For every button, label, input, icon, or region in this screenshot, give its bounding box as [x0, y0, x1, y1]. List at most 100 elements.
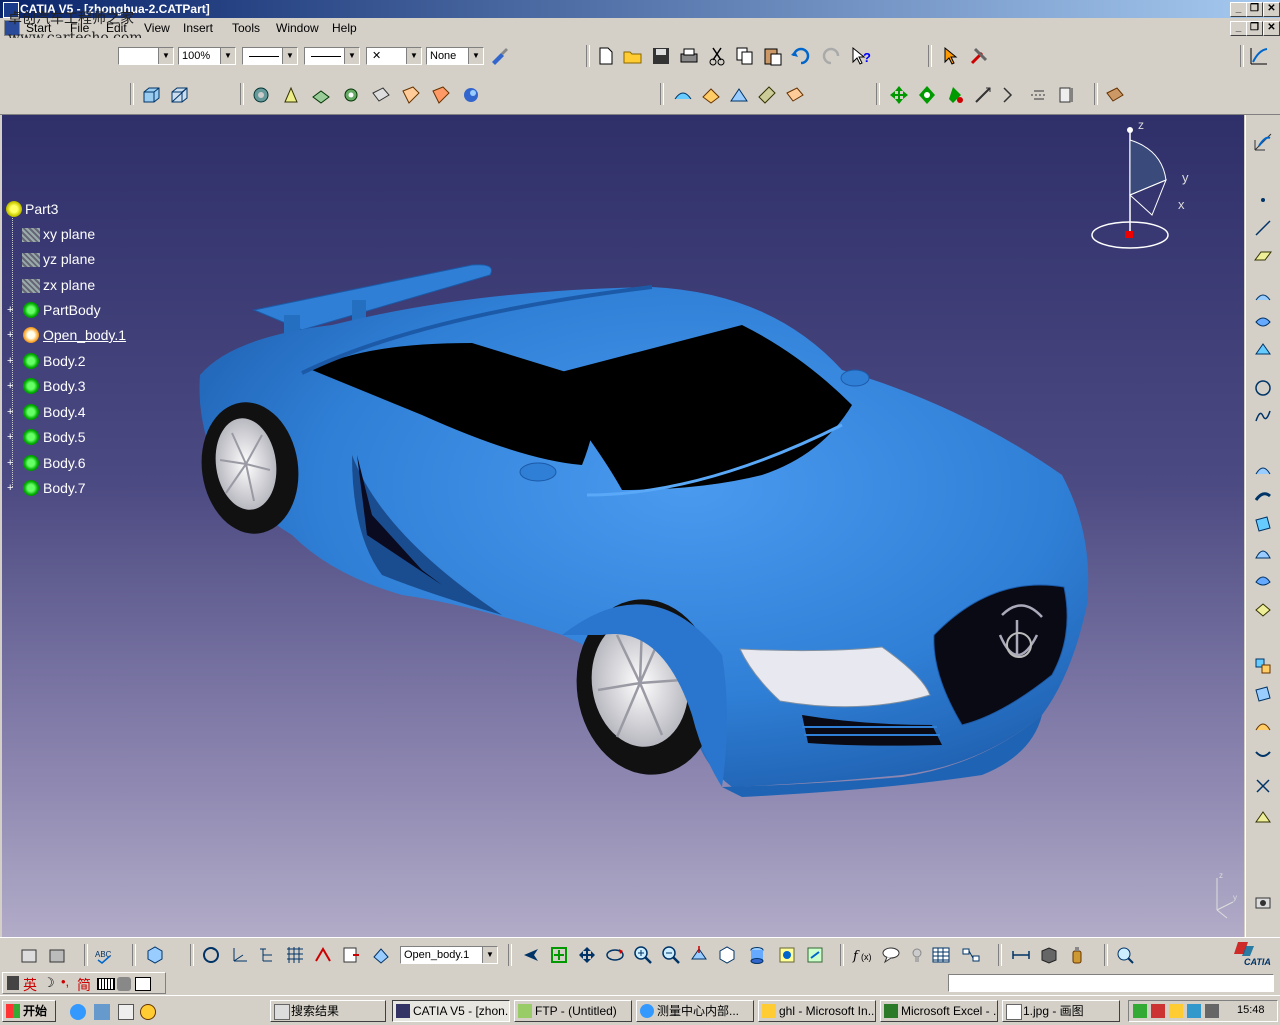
expand-icon[interactable]: +	[7, 356, 16, 367]
plane-tool-icon[interactable]	[1252, 245, 1274, 267]
shell-icon[interactable]	[400, 84, 422, 106]
ime-help-icon[interactable]	[135, 977, 151, 991]
tray-icon-3[interactable]	[1169, 1004, 1183, 1018]
tree-item-body-6[interactable]: Body.6	[43, 455, 86, 471]
ime-keyboard-icon[interactable]	[97, 978, 115, 990]
menu-tools[interactable]: Tools	[232, 21, 260, 35]
zoom-out-icon[interactable]	[660, 944, 682, 966]
menu-help[interactable]: Help	[332, 21, 357, 35]
trim-icon[interactable]	[1252, 775, 1274, 797]
taskbar-button-search[interactable]: 搜索结果	[270, 1000, 386, 1022]
layer-combo[interactable]: None ▼	[426, 47, 484, 65]
measure-icon[interactable]	[972, 84, 994, 106]
open-icon[interactable]	[622, 45, 644, 67]
thread-icon[interactable]	[460, 84, 482, 106]
menu-window[interactable]: Window	[276, 21, 319, 35]
taskbar-button-excel[interactable]: Microsoft Excel - ...	[880, 1000, 998, 1022]
fill-color-combo[interactable]: ▼	[118, 47, 174, 65]
doc-restore-button[interactable]: ❐	[1246, 21, 1263, 36]
revolve-icon[interactable]	[1252, 311, 1274, 333]
copy-icon[interactable]	[734, 45, 756, 67]
redo-icon[interactable]	[820, 45, 842, 67]
design-table-icon[interactable]	[930, 944, 952, 966]
line-icon[interactable]	[1252, 217, 1274, 239]
taskbar-button-catia[interactable]: CATIA V5 - [zhon...	[392, 1000, 510, 1022]
car-model[interactable]	[2, 115, 1244, 937]
media-player-icon[interactable]	[140, 1004, 156, 1020]
point-symbol-combo[interactable]: ✕ ▼	[366, 47, 422, 65]
measure-between-icon[interactable]	[1000, 84, 1022, 106]
tree-item-open-body-1[interactable]: Open_body.1	[43, 327, 126, 343]
graph-icon[interactable]	[960, 944, 982, 966]
undo-icon[interactable]	[790, 45, 812, 67]
ime-tool-icon[interactable]	[117, 977, 131, 991]
hide-icon[interactable]	[776, 944, 798, 966]
3d-viewport[interactable]: z y x z y Part3 xy plane yz plane zx pla…	[2, 115, 1244, 937]
shaft-icon[interactable]	[280, 84, 302, 106]
tree-view-icon[interactable]	[256, 944, 278, 966]
line-weight-combo[interactable]: ▼	[304, 47, 360, 65]
expand-icon[interactable]: +	[7, 305, 16, 316]
analysis-icon[interactable]	[1114, 944, 1136, 966]
tree-item-zx-plane[interactable]: zx plane	[43, 277, 95, 293]
sew-surface-icon[interactable]	[756, 84, 778, 106]
minimize-button[interactable]: _	[1230, 2, 1247, 17]
circle-icon[interactable]	[1252, 377, 1274, 399]
ime-moon-icon[interactable]: ☽	[43, 975, 55, 991]
sphere-icon[interactable]	[1252, 339, 1274, 361]
define-work-object-icon[interactable]	[370, 944, 392, 966]
command-input[interactable]	[948, 974, 1274, 992]
catalog-icon[interactable]	[144, 944, 166, 966]
outlook-icon[interactable]	[94, 1004, 110, 1020]
disassemble-icon[interactable]	[1252, 715, 1274, 737]
rotate-icon[interactable]	[916, 84, 938, 106]
ime-simplified[interactable]: 简	[77, 975, 91, 995]
ie-icon[interactable]	[70, 1004, 86, 1020]
tray-clock[interactable]: 15:48	[1237, 1004, 1265, 1016]
bottle-icon[interactable]	[1066, 944, 1088, 966]
split-surface-icon[interactable]	[1252, 743, 1274, 765]
knowledge-icon[interactable]	[906, 944, 928, 966]
healing-icon[interactable]	[1252, 655, 1274, 677]
scan-icon[interactable]	[340, 944, 362, 966]
expand-icon[interactable]: +	[7, 330, 16, 341]
save-icon[interactable]	[650, 45, 672, 67]
untrim-icon[interactable]	[1252, 683, 1274, 705]
menu-view[interactable]: View	[144, 21, 170, 35]
tray-icon-4[interactable]	[1187, 1004, 1201, 1018]
fill-icon[interactable]	[1252, 513, 1274, 535]
tree-root-part3[interactable]: Part3	[25, 201, 58, 217]
comment-icon[interactable]	[880, 944, 902, 966]
thick-surface-icon[interactable]	[700, 84, 722, 106]
sketch-icon[interactable]	[1252, 131, 1274, 153]
extrude-icon[interactable]	[1252, 283, 1274, 305]
measure-distance-icon[interactable]	[1010, 944, 1032, 966]
boolean-icon[interactable]	[784, 84, 806, 106]
quick-view-icon[interactable]	[716, 944, 738, 966]
snap-icon[interactable]	[944, 84, 966, 106]
fly-mode-icon[interactable]	[18, 944, 40, 966]
tray-icon-1[interactable]	[1133, 1004, 1147, 1018]
doc-close-button[interactable]: ✕	[1263, 21, 1280, 36]
ime-punct-icon[interactable]: •,	[61, 974, 69, 989]
blend-icon[interactable]	[1252, 569, 1274, 591]
normal-view-icon[interactable]	[688, 944, 710, 966]
multi-section-icon[interactable]	[1252, 541, 1274, 563]
fly-icon[interactable]	[520, 944, 542, 966]
close-button[interactable]: ✕	[1263, 2, 1280, 17]
desktop-icon[interactable]	[118, 1004, 134, 1020]
split-icon[interactable]	[672, 84, 694, 106]
tree-item-body-2[interactable]: Body.2	[43, 353, 86, 369]
expand-icon[interactable]: +	[7, 458, 16, 469]
current-body-combo[interactable]: Open_body.1 ▼	[400, 946, 498, 964]
print-icon[interactable]	[678, 45, 700, 67]
thickness-icon[interactable]	[430, 84, 452, 106]
extract-icon[interactable]	[1252, 807, 1274, 829]
tree-item-partbody[interactable]: PartBody	[43, 302, 101, 318]
pan-view-icon[interactable]	[576, 944, 598, 966]
taskbar-button-ghl[interactable]: ghl - Microsoft In...	[758, 1000, 876, 1022]
render-icon[interactable]	[1252, 891, 1274, 913]
whats-this-icon[interactable]: ?	[850, 45, 872, 67]
tree-item-body-4[interactable]: Body.4	[43, 404, 86, 420]
apply-material-icon[interactable]	[1104, 84, 1126, 106]
